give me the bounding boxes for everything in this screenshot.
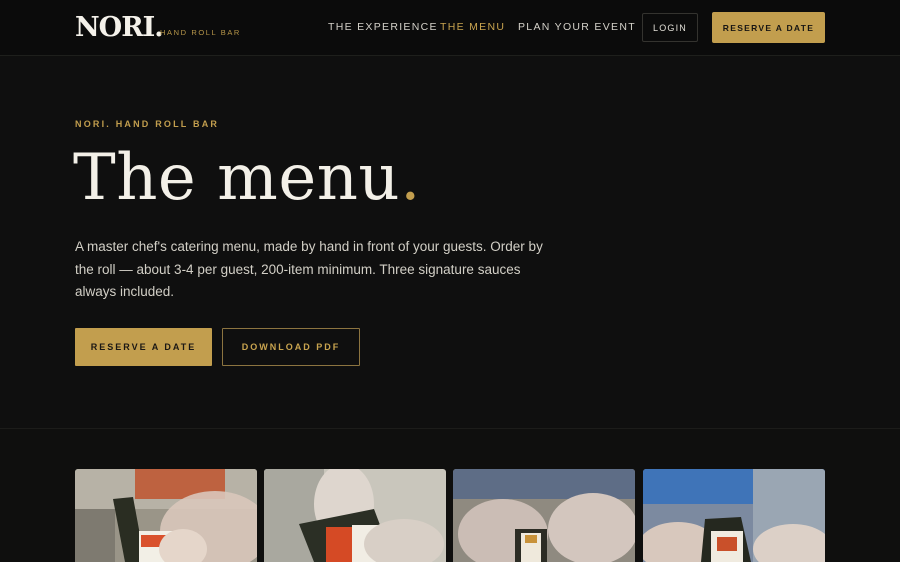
download-pdf-button[interactable]: DOWNLOAD PDF — [222, 328, 360, 366]
hand-roll-photo — [264, 469, 446, 562]
logo-subtitle: HAND ROLL BAR — [160, 28, 241, 37]
hand-roll-photo — [643, 469, 825, 562]
hero-eyebrow: NORI. HAND ROLL BAR — [75, 119, 220, 129]
nav-reserve-button[interactable]: RESERVE A DATE — [712, 12, 825, 43]
page-title-text: The menu — [73, 141, 401, 215]
hand-roll-photo — [75, 469, 257, 562]
login-button[interactable]: LOGIN — [642, 13, 698, 42]
top-nav: NORI. HAND ROLL BAR THE EXPERIENCE THE M… — [0, 0, 900, 56]
page-title: The menu. — [73, 138, 421, 218]
page-title-dot: . — [400, 141, 421, 215]
hero-description: A master chef's catering menu, made by h… — [75, 239, 543, 299]
nav-link-menu[interactable]: THE MENU — [440, 21, 505, 33]
hand-roll-photo — [453, 469, 635, 562]
reserve-date-button[interactable]: RESERVE A DATE — [75, 328, 212, 366]
logo[interactable]: NORI. — [75, 12, 164, 43]
nav-link-plan-event[interactable]: PLAN YOUR EVENT — [518, 21, 636, 33]
nav-link-experience[interactable]: THE EXPERIENCE — [328, 21, 438, 33]
